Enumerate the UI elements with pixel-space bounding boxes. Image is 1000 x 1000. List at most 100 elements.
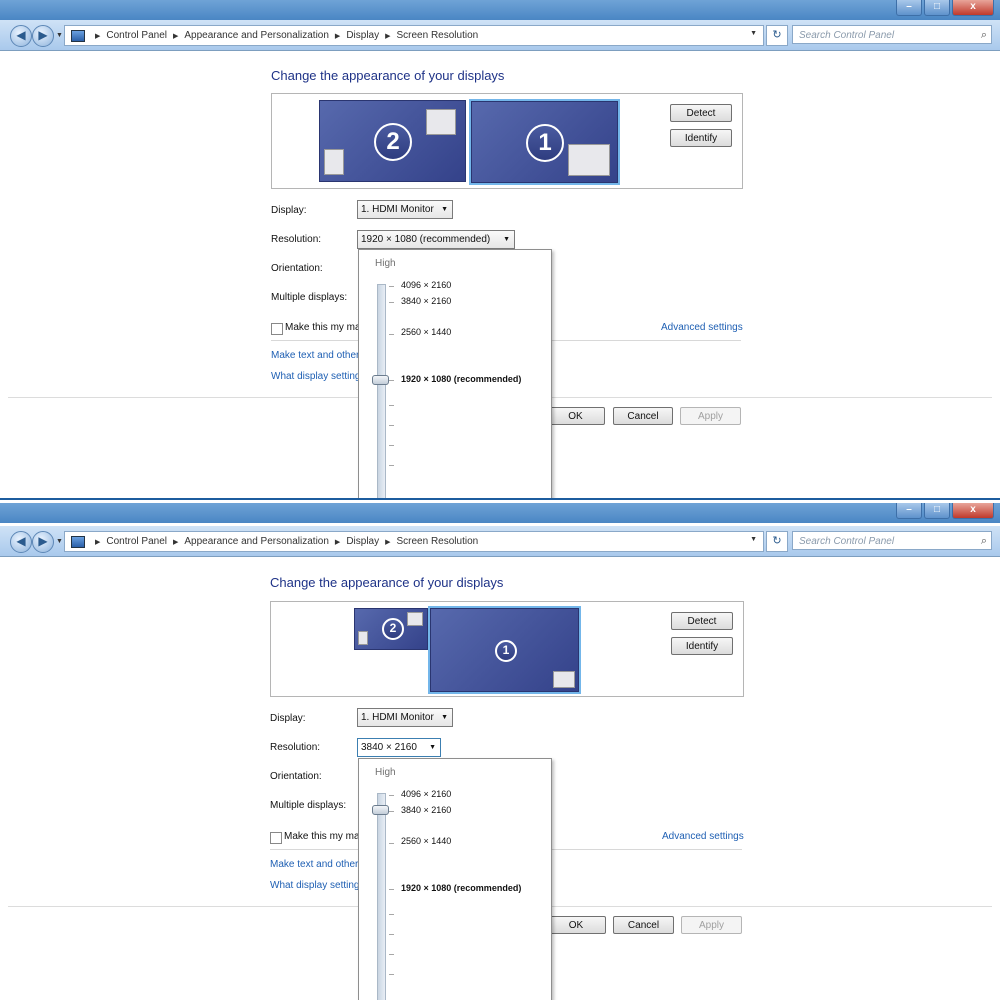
- chevron-right-icon[interactable]: ▶: [335, 538, 340, 546]
- monitor-2-number: 2: [374, 123, 412, 161]
- slider-tick: [389, 425, 394, 426]
- keyboard-grid-icon: [568, 144, 610, 176]
- refresh-icon[interactable]: ↻: [766, 531, 788, 552]
- resolution-option-1920[interactable]: 1920 × 1080 (recommended): [401, 374, 521, 384]
- resolution-option-2560[interactable]: 2560 × 1440: [401, 327, 451, 337]
- breadcrumb[interactable]: ▶ Control Panel ▶ Appearance and Persona…: [64, 25, 764, 46]
- breadcrumb-control-panel[interactable]: Control Panel: [106, 536, 167, 547]
- slider-tick: [389, 286, 394, 287]
- resolution-select[interactable]: 3840 × 2160 ▼: [357, 738, 441, 757]
- chevron-right-icon[interactable]: ▶: [385, 538, 390, 546]
- what-display-settings-link[interactable]: What display setting: [271, 371, 361, 382]
- chevron-down-icon: ▼: [441, 714, 448, 721]
- tower-pc-icon: [324, 149, 344, 175]
- monitor-1-number: 1: [526, 124, 564, 162]
- maximize-button[interactable]: □: [924, 503, 950, 519]
- detect-button[interactable]: Detect: [671, 612, 733, 630]
- breadcrumb-control-panel[interactable]: Control Panel: [106, 30, 167, 41]
- resolution-option-4096[interactable]: 4096 × 2160: [401, 280, 451, 290]
- back-arrow-icon[interactable]: ◀: [10, 25, 32, 47]
- chevron-right-icon[interactable]: ▶: [95, 32, 100, 40]
- minimize-button[interactable]: –: [896, 0, 922, 16]
- resolution-option-1920[interactable]: 1920 × 1080 (recommended): [401, 883, 521, 893]
- slider-tick: [389, 380, 394, 381]
- forward-arrow-icon[interactable]: ▶: [32, 531, 54, 553]
- resolution-dropdown[interactable]: High 4096 × 2160 3840 × 2160 2560 × 1440…: [358, 758, 552, 1000]
- slider-tick: [389, 889, 394, 890]
- breadcrumb-appearance[interactable]: Appearance and Personalization: [184, 30, 329, 41]
- resolution-dropdown[interactable]: High 4096 × 2160 3840 × 2160 2560 × 1440…: [358, 249, 552, 500]
- slider-tick: [389, 405, 394, 406]
- resolution-slider-track[interactable]: [377, 284, 386, 500]
- resolution-option-3840[interactable]: 3840 × 2160: [401, 296, 451, 306]
- breadcrumb-display[interactable]: Display: [346, 30, 379, 41]
- title-bar: – □ x: [0, 0, 1000, 20]
- control-panel-icon: [71, 29, 85, 42]
- breadcrumb-display[interactable]: Display: [346, 536, 379, 547]
- breadcrumb-screen-resolution[interactable]: Screen Resolution: [397, 536, 479, 547]
- chevron-right-icon[interactable]: ▶: [385, 32, 390, 40]
- chevron-right-icon[interactable]: ▶: [173, 32, 178, 40]
- resolution-option-2560[interactable]: 2560 × 1440: [401, 836, 451, 846]
- minimize-button[interactable]: –: [896, 503, 922, 519]
- detect-button[interactable]: Detect: [670, 104, 732, 122]
- resolution-option-3840[interactable]: 3840 × 2160: [401, 805, 451, 815]
- close-button[interactable]: x: [952, 0, 994, 16]
- cancel-button[interactable]: Cancel: [613, 916, 674, 934]
- recent-pages-dropdown-icon[interactable]: ▼: [56, 538, 63, 545]
- resolution-slider-thumb[interactable]: [372, 375, 389, 385]
- resolution-option-4096[interactable]: 4096 × 2160: [401, 789, 451, 799]
- ok-button[interactable]: OK: [546, 407, 605, 425]
- resolution-value: 3840 × 2160: [361, 742, 417, 753]
- identify-button[interactable]: Identify: [670, 129, 732, 147]
- address-dropdown-icon[interactable]: ▼: [750, 30, 757, 37]
- monitor-2[interactable]: 2: [319, 100, 466, 182]
- apply-button[interactable]: Apply: [680, 407, 741, 425]
- ok-button[interactable]: OK: [546, 916, 606, 934]
- breadcrumb-appearance[interactable]: Appearance and Personalization: [184, 536, 329, 547]
- monitor-2[interactable]: 2: [354, 608, 428, 650]
- what-display-settings-link[interactable]: What display setting: [270, 880, 360, 891]
- resolution-select[interactable]: 1920 × 1080 (recommended) ▼: [357, 230, 515, 249]
- advanced-settings-link[interactable]: Advanced settings: [662, 831, 744, 842]
- back-arrow-icon[interactable]: ◀: [10, 531, 32, 553]
- monitor-1[interactable]: 1: [428, 606, 581, 694]
- display-select[interactable]: 1. HDMI Monitor ▼: [357, 708, 453, 727]
- maximize-button[interactable]: □: [924, 0, 950, 16]
- apply-button[interactable]: Apply: [681, 916, 742, 934]
- search-input[interactable]: Search Control Panel ⌕: [792, 531, 992, 550]
- recent-pages-dropdown-icon[interactable]: ▼: [56, 32, 63, 39]
- slider-tick: [389, 811, 394, 812]
- identify-button[interactable]: Identify: [671, 637, 733, 655]
- breadcrumb-screen-resolution[interactable]: Screen Resolution: [397, 30, 479, 41]
- keyboard-grid-icon: [553, 671, 575, 688]
- chevron-right-icon[interactable]: ▶: [335, 32, 340, 40]
- breadcrumb[interactable]: ▶ Control Panel ▶ Appearance and Persona…: [64, 531, 764, 552]
- make-text-larger-link[interactable]: Make text and other: [271, 350, 359, 361]
- make-text-larger-link[interactable]: Make text and other: [270, 859, 358, 870]
- forward-arrow-icon[interactable]: ▶: [32, 25, 54, 47]
- slider-tick: [389, 954, 394, 955]
- resolution-slider-thumb[interactable]: [372, 805, 389, 815]
- search-icon[interactable]: ⌕: [981, 532, 987, 551]
- chevron-down-icon: ▼: [441, 206, 448, 213]
- resolution-label: Resolution:: [271, 234, 322, 245]
- monitor-1[interactable]: 1: [469, 99, 620, 185]
- search-input[interactable]: Search Control Panel ⌕: [792, 25, 992, 44]
- make-main-display-checkbox[interactable]: [270, 832, 282, 844]
- address-dropdown-icon[interactable]: ▼: [750, 536, 757, 543]
- page-title: Change the appearance of your displays: [270, 575, 504, 590]
- search-icon[interactable]: ⌕: [981, 26, 987, 45]
- close-button[interactable]: x: [952, 503, 994, 519]
- screen-resolution-window-top: – □ x ◀ ▶ ▼ ▶ Control Panel ▶ Appearance…: [0, 0, 1000, 500]
- make-main-display-checkbox[interactable]: [271, 323, 283, 335]
- chevron-right-icon[interactable]: ▶: [95, 538, 100, 546]
- window-controls: – □ x: [896, 503, 994, 519]
- resolution-value: 1920 × 1080 (recommended): [361, 234, 491, 245]
- cancel-button[interactable]: Cancel: [613, 407, 673, 425]
- resolution-slider-track[interactable]: [377, 793, 386, 1000]
- advanced-settings-link[interactable]: Advanced settings: [661, 322, 743, 333]
- display-select[interactable]: 1. HDMI Monitor ▼: [357, 200, 453, 219]
- chevron-right-icon[interactable]: ▶: [173, 538, 178, 546]
- refresh-icon[interactable]: ↻: [766, 25, 788, 46]
